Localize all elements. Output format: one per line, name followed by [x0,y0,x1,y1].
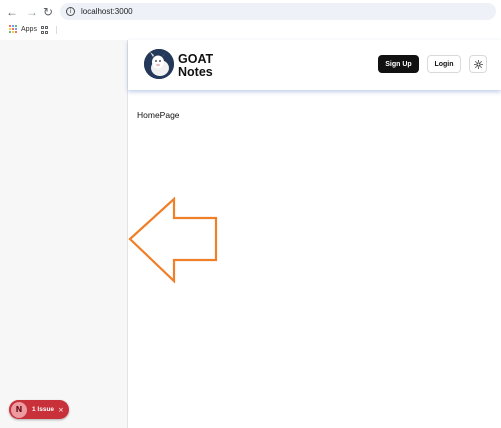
reload-icon[interactable]: ↻ [40,4,56,20]
login-button[interactable]: Login [427,55,461,73]
screen: ← → ↻ i localhost:3000 Apps GOAT Notes S… [0,0,501,428]
apps-grid-icon [9,25,17,33]
issue-count-label: 1 Issue [32,406,55,413]
address-url[interactable]: localhost:3000 [81,7,133,16]
close-icon[interactable]: × [58,406,64,414]
browser-chrome: ← → ↻ i localhost:3000 Apps [0,0,501,40]
bookmark-apps[interactable]: Apps [9,25,37,33]
issue-indicator[interactable]: N 1 Issue × [9,400,69,419]
page-text: HomePage [137,110,180,120]
left-blank-pane [0,40,128,428]
goat-logo[interactable] [144,49,174,79]
sun-icon [473,59,483,69]
tab-groups-icon[interactable] [41,26,49,34]
apps-label: Apps [21,25,37,33]
forward-icon[interactable]: → [24,4,40,20]
bookmark-divider [56,26,57,34]
site-info-icon[interactable]: i [66,7,75,16]
left-arrow-annotation [128,196,218,284]
address-bar[interactable]: i localhost:3000 [60,3,496,20]
nextjs-badge-icon: N [11,401,27,418]
brand-line-2: Notes [178,65,213,79]
goat-logo-icon [144,49,174,79]
app-header: GOAT Notes Sign Up Login [128,40,501,90]
theme-toggle-button[interactable] [469,55,487,73]
signup-button[interactable]: Sign Up [378,55,419,73]
brand-name: GOAT Notes [178,53,213,79]
back-icon[interactable]: ← [4,4,20,20]
